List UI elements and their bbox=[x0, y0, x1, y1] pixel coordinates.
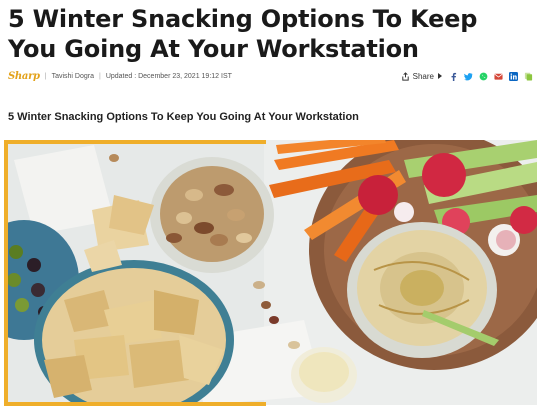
copy-link-icon[interactable] bbox=[524, 72, 533, 81]
email-icon[interactable] bbox=[494, 72, 503, 81]
accent-frame-left bbox=[4, 140, 8, 405]
accent-frame-top bbox=[4, 140, 266, 144]
snacks-illustration bbox=[4, 140, 537, 405]
meta-separator: | bbox=[44, 72, 47, 80]
twitter-icon[interactable] bbox=[464, 72, 473, 81]
meta-separator: | bbox=[98, 72, 101, 80]
hero-image-snacks bbox=[4, 140, 537, 405]
article-title: 5 Winter Snacking Options To Keep You Go… bbox=[8, 5, 478, 63]
facebook-icon[interactable] bbox=[449, 72, 458, 81]
updated-date: Updated : December 23, 2021 19:12 IST bbox=[105, 72, 232, 80]
brand-logo[interactable]: Sharp bbox=[8, 71, 40, 82]
article-meta: Sharp | Tavishi Dogra | Updated : Decemb… bbox=[8, 67, 533, 85]
share-icon bbox=[401, 71, 409, 81]
wine-glass bbox=[291, 347, 357, 403]
author-name[interactable]: Tavishi Dogra bbox=[52, 73, 94, 80]
article-subtitle: 5 Winter Snacking Options To Keep You Go… bbox=[8, 111, 359, 123]
linkedin-icon[interactable] bbox=[509, 71, 518, 81]
caret-right-icon bbox=[438, 73, 442, 79]
nuts-bowl bbox=[150, 157, 274, 273]
accent-frame-bottom bbox=[4, 402, 266, 406]
whatsapp-icon[interactable] bbox=[479, 72, 488, 81]
share-button[interactable]: Share bbox=[401, 72, 443, 81]
share-bar: Share bbox=[401, 71, 533, 81]
share-label: Share bbox=[412, 71, 434, 81]
